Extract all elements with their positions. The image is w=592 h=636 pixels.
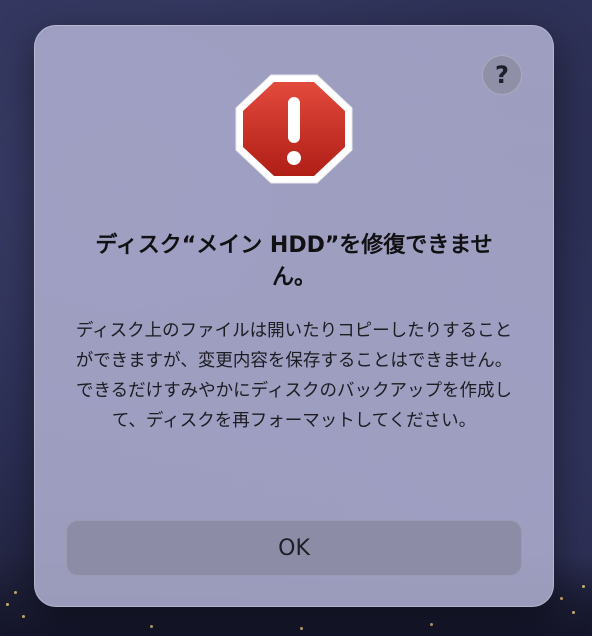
help-button[interactable]: ? xyxy=(482,55,522,95)
ok-button[interactable]: OK xyxy=(66,520,522,576)
dialog-title: ディスク“メイン HDD”を修復できません。 xyxy=(95,233,493,290)
dialog-message: ディスク上のファイルは開いたりコピーしたりすることができますが、変更内容を保存す… xyxy=(75,321,513,431)
alert-octagon-icon xyxy=(235,74,353,184)
